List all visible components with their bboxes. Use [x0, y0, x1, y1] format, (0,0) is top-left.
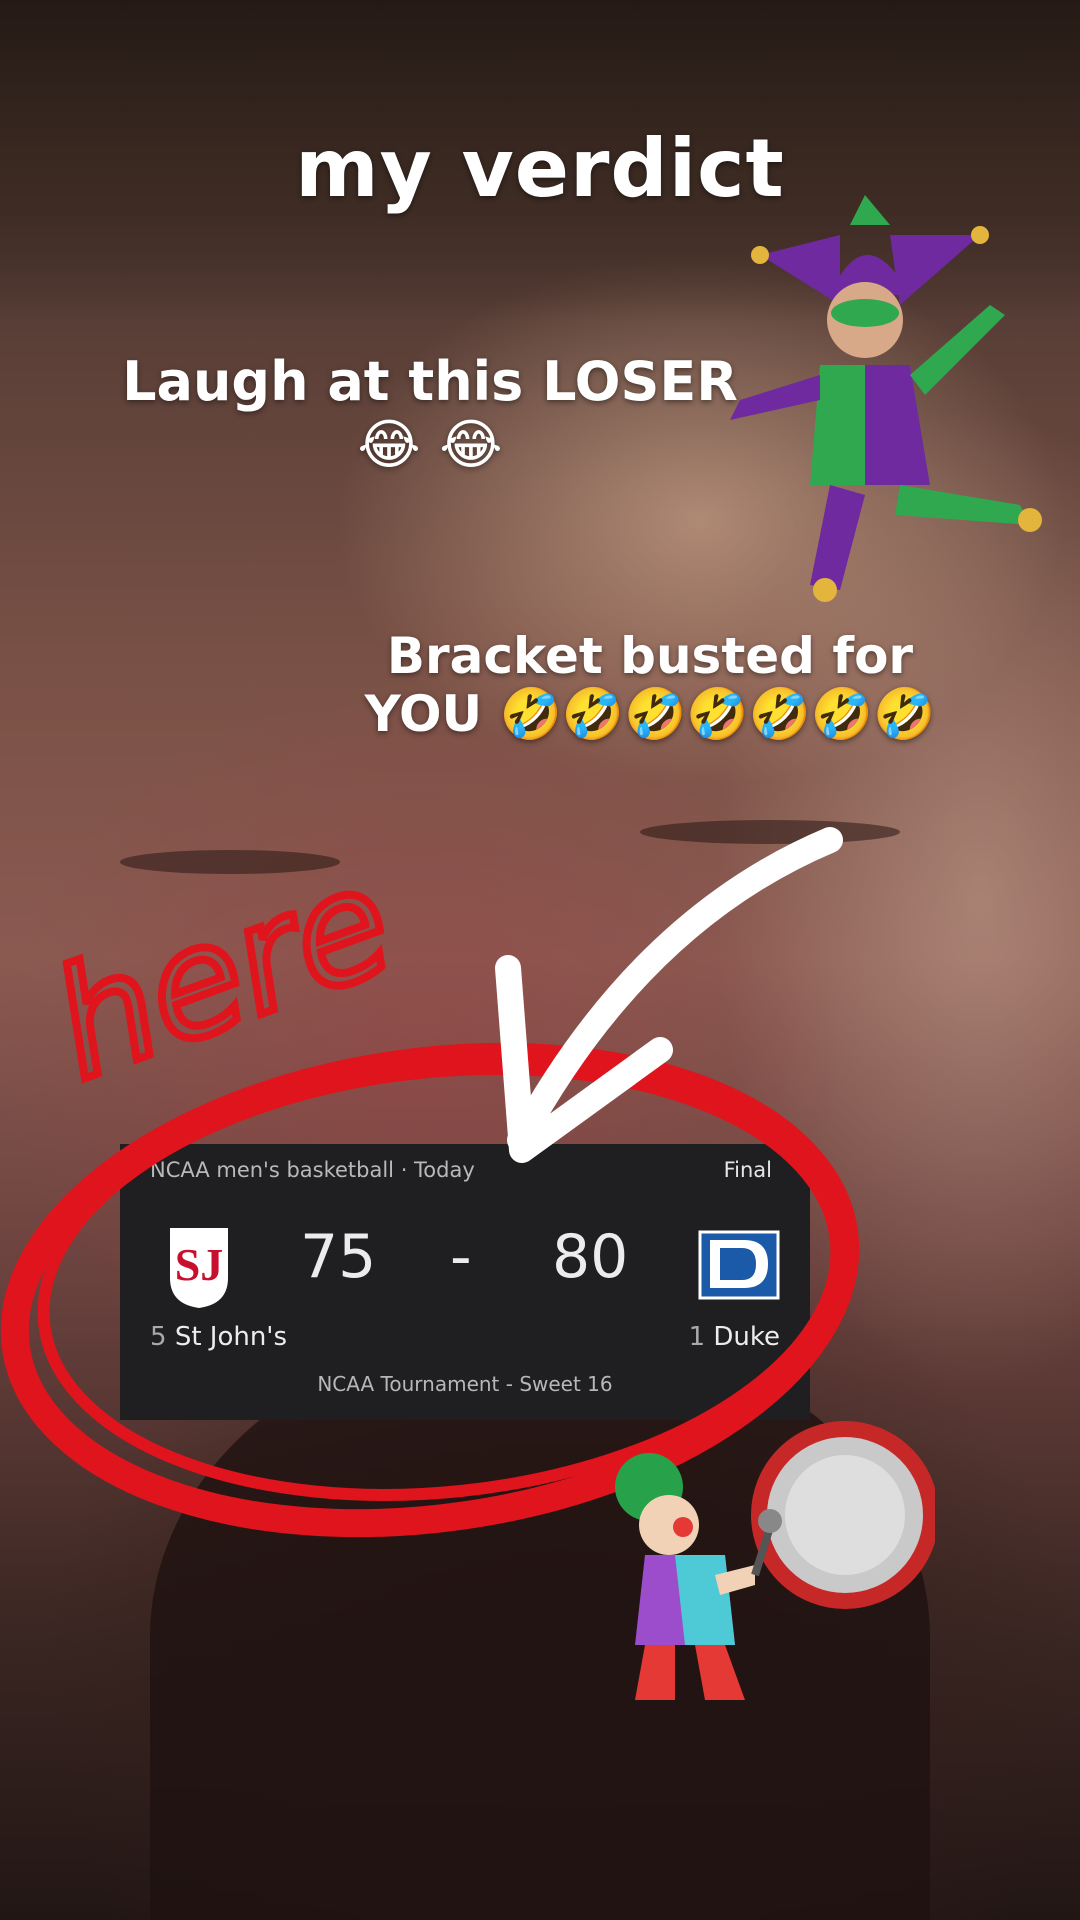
home-team-name: St John's: [174, 1322, 288, 1352]
clown-drum-sticker: [615, 1421, 935, 1700]
duke-logo-icon: [698, 1230, 780, 1300]
away-seed: 1: [688, 1322, 706, 1352]
right-eyebrow: [640, 820, 900, 844]
scorecard: NCAA men's basketball · Today Final SJ 7…: [120, 1144, 810, 1420]
away-team: 1 Duke: [689, 1322, 780, 1352]
score-separator: -: [450, 1222, 472, 1292]
away-team-name: Duke: [713, 1322, 780, 1352]
away-score: 80: [552, 1222, 629, 1292]
stjohns-logo-icon: SJ: [170, 1228, 228, 1308]
jester-sticker: [730, 195, 1042, 602]
home-team: 5 St John's: [150, 1322, 287, 1352]
svg-text:SJ: SJ: [175, 1239, 224, 1290]
home-seed: 5: [150, 1322, 167, 1352]
caption-bracket: Bracket busted for YOU 🤣🤣🤣🤣🤣🤣🤣: [364, 627, 936, 743]
scorecard-round: NCAA Tournament - Sweet 16: [317, 1372, 613, 1396]
scorecard-header: NCAA men's basketball · Today: [150, 1158, 475, 1182]
home-score: 75: [300, 1222, 377, 1292]
caption-laugh: Laugh at this LOSER 😂 😂: [122, 350, 738, 476]
scorecard-status: Final: [723, 1158, 772, 1182]
left-eyebrow: [120, 850, 340, 874]
